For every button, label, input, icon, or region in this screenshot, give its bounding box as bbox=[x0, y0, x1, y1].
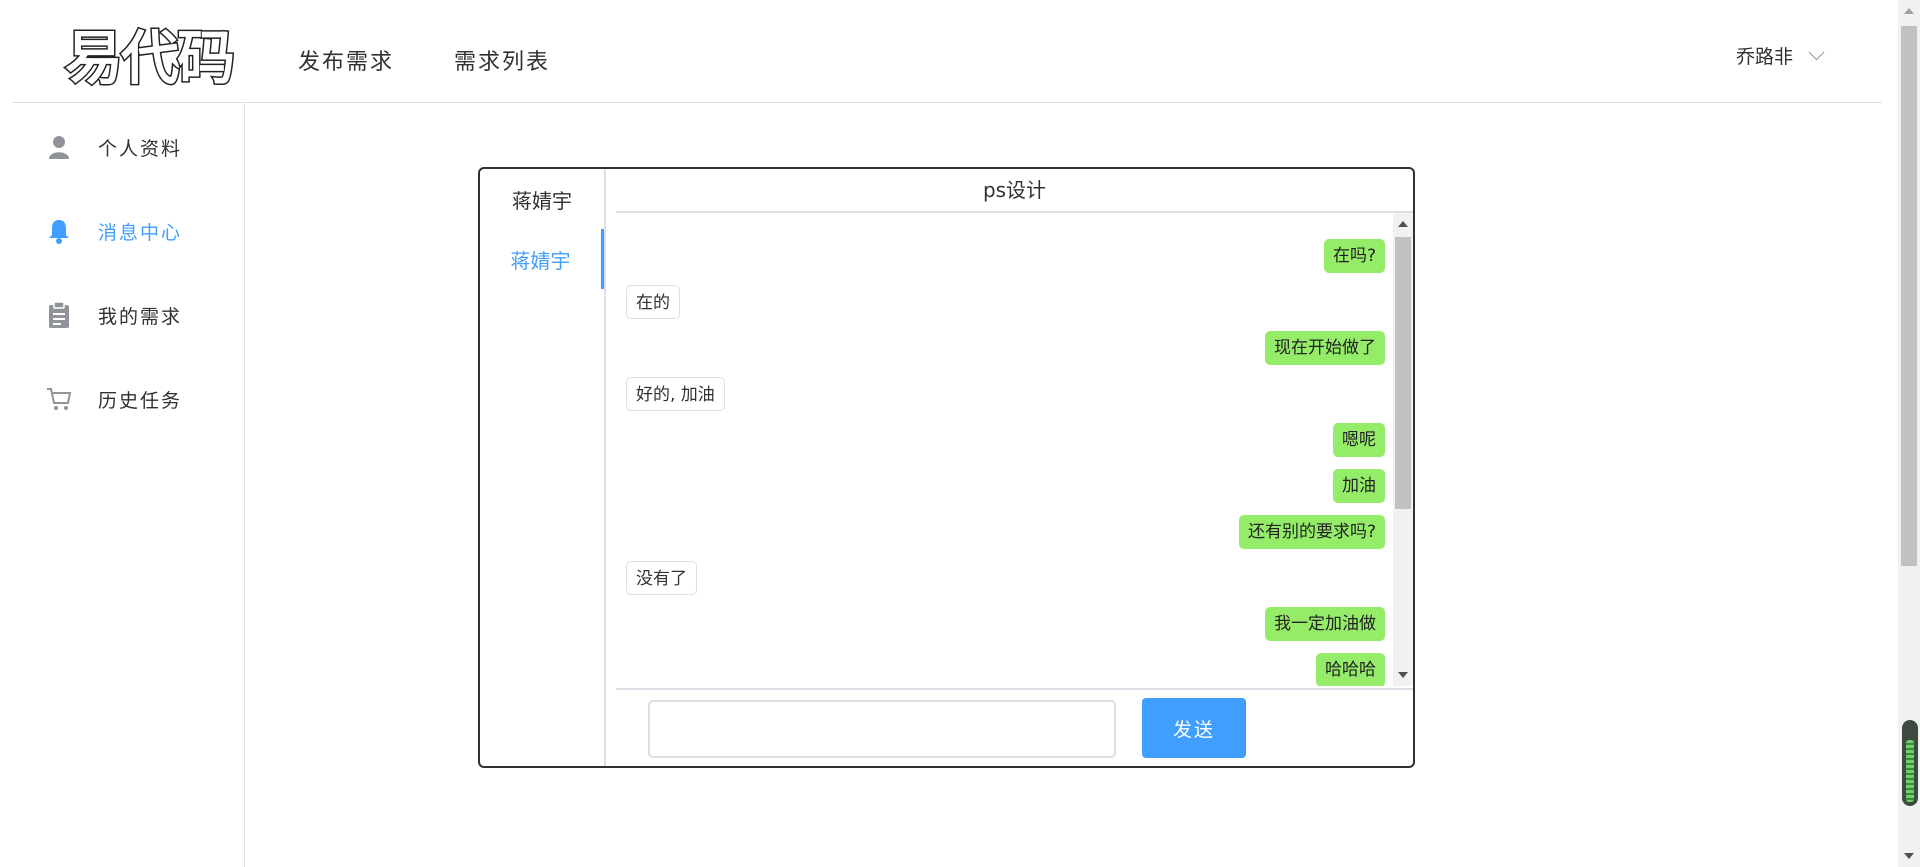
sidebar-item-messages[interactable]: 消息中心 bbox=[12, 201, 244, 261]
battery-widget-icon bbox=[1902, 720, 1918, 806]
sidebar-item-my-demands[interactable]: 我的需求 bbox=[12, 285, 244, 345]
message-bubble-sent: 在吗? bbox=[1323, 239, 1385, 273]
scroll-up-arrow-icon[interactable] bbox=[1904, 8, 1914, 14]
message-bubble-sent: 嗯呢 bbox=[1333, 423, 1385, 457]
message-bubble-received: 好的, 加油 bbox=[626, 377, 725, 411]
sidebar-item-history[interactable]: 历史任务 bbox=[12, 369, 244, 429]
clipboard-icon bbox=[46, 302, 72, 328]
sidebar-item-label: 我的需求 bbox=[98, 305, 183, 328]
nav-demand-list[interactable]: 需求列表 bbox=[454, 44, 550, 76]
message-bubble-received: 没有了 bbox=[626, 561, 697, 595]
message-list[interactable]: 在吗? 在的 现在开始做了 好的, 加油 嗯呢 加油 还有别的要求吗? 没有了 … bbox=[616, 213, 1393, 686]
scroll-up-arrow-icon[interactable] bbox=[1398, 221, 1408, 227]
chevron-down-icon bbox=[1808, 44, 1825, 61]
scroll-down-arrow-icon[interactable] bbox=[1904, 853, 1914, 859]
sidebar-item-label: 历史任务 bbox=[98, 389, 183, 412]
contact-list: 蒋婧宇 蒋婧宇 bbox=[480, 169, 606, 766]
site-logo[interactable]: 易代码 bbox=[44, 20, 254, 93]
contact-item[interactable]: 蒋婧宇 bbox=[480, 169, 604, 229]
send-button[interactable]: 发送 bbox=[1142, 698, 1246, 758]
nav-publish-demand[interactable]: 发布需求 bbox=[298, 44, 394, 76]
bell-icon bbox=[46, 218, 72, 244]
message-bubble-received: 在的 bbox=[626, 285, 680, 319]
message-bubble-sent: 哈哈哈 bbox=[1316, 653, 1385, 686]
svg-text:易代码: 易代码 bbox=[65, 24, 233, 92]
chat-panel: 蒋婧宇 蒋婧宇 ps设计 在吗? 在的 现在开始做了 好的, 加油 嗯呢 加油 … bbox=[478, 167, 1415, 768]
top-header: 易代码 发布需求 需求列表 乔路非 bbox=[12, 0, 1882, 103]
scrollbar-thumb[interactable] bbox=[1901, 26, 1917, 566]
message-bubble-sent: 我一定加油做 bbox=[1265, 607, 1385, 641]
compose-row: 发送 bbox=[616, 688, 1413, 766]
user-icon bbox=[46, 134, 72, 160]
username: 乔路非 bbox=[1735, 46, 1793, 68]
sidebar-item-profile[interactable]: 个人资料 bbox=[12, 117, 244, 177]
sidebar-item-label: 消息中心 bbox=[98, 221, 183, 244]
message-bubble-sent: 加油 bbox=[1333, 469, 1385, 503]
scroll-down-arrow-icon[interactable] bbox=[1398, 672, 1408, 678]
sidebar: 个人资料 消息中心 我的需求 历史任务 bbox=[12, 103, 245, 867]
message-scrollbar[interactable] bbox=[1393, 213, 1413, 686]
sidebar-item-label: 个人资料 bbox=[98, 137, 183, 160]
chat-title: ps设计 bbox=[616, 169, 1413, 213]
message-input[interactable] bbox=[648, 700, 1116, 758]
user-menu[interactable]: 乔路非 bbox=[1735, 42, 1825, 69]
scrollbar-thumb[interactable] bbox=[1395, 237, 1411, 509]
message-bubble-sent: 还有别的要求吗? bbox=[1238, 515, 1385, 549]
cart-icon bbox=[46, 386, 72, 412]
message-bubble-sent: 现在开始做了 bbox=[1265, 331, 1385, 365]
contact-item-active[interactable]: 蒋婧宇 bbox=[480, 229, 604, 289]
